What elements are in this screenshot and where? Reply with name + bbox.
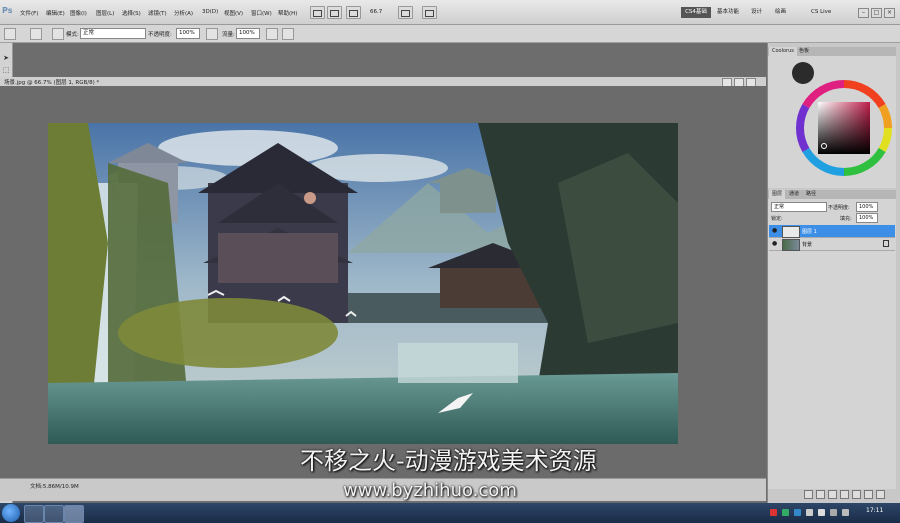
layer-name[interactable]: 背景 bbox=[802, 241, 812, 248]
lock-label: 锁定: bbox=[771, 216, 783, 222]
tab-swatches[interactable]: 色板 bbox=[796, 47, 812, 56]
menu-filter[interactable]: 滤镜(T) bbox=[148, 9, 167, 17]
workspace-painting-button[interactable]: 绘画 bbox=[772, 7, 789, 18]
menu-layer[interactable]: 图层(L) bbox=[96, 9, 114, 17]
tab-paths[interactable]: 路径 bbox=[803, 190, 819, 199]
brush-preset-icon[interactable] bbox=[30, 28, 42, 40]
workspace-design-button[interactable]: 设计 bbox=[748, 7, 765, 18]
workspace-cs4-button[interactable]: CS4基础 bbox=[681, 7, 711, 18]
visibility-eye-icon[interactable]: ● bbox=[772, 241, 778, 247]
tab-channels[interactable]: 通道 bbox=[786, 190, 802, 199]
menu-view[interactable]: 视图(V) bbox=[224, 9, 243, 17]
color-wheel[interactable] bbox=[796, 80, 892, 176]
menu-window[interactable]: 窗口(W) bbox=[251, 9, 272, 17]
new-group-icon[interactable] bbox=[852, 490, 861, 499]
close-icon[interactable]: × bbox=[884, 8, 895, 18]
menu-3d[interactable]: 3D(D) bbox=[202, 9, 218, 15]
document-title: 场景.jpg @ 66.7% (图层 1, RGB/8) * bbox=[4, 80, 100, 86]
blend-mode-select[interactable]: 正常 bbox=[771, 202, 827, 212]
menu-file[interactable]: 文件(F) bbox=[20, 9, 38, 17]
layer-style-icon[interactable] bbox=[816, 490, 825, 499]
menu-image[interactable]: 图像(I) bbox=[70, 9, 87, 17]
pressure-size-icon[interactable] bbox=[282, 28, 294, 40]
layer-row-layer1[interactable]: ● 图层 1 bbox=[769, 225, 895, 238]
pressure-opacity-icon[interactable] bbox=[206, 28, 218, 40]
maximize-icon[interactable]: □ bbox=[871, 8, 882, 18]
layer-opacity-label: 不透明度: bbox=[828, 205, 850, 211]
tray-icon-6[interactable] bbox=[830, 509, 837, 516]
brush-panel-icon[interactable] bbox=[52, 28, 64, 40]
layer-thumbnail bbox=[782, 226, 800, 238]
volume-icon[interactable] bbox=[818, 509, 825, 516]
adjustment-layer-icon[interactable] bbox=[840, 490, 849, 499]
painting-artwork[interactable] bbox=[48, 123, 678, 444]
tray-icon-2[interactable] bbox=[782, 509, 789, 516]
cs-live-button[interactable]: CS Live bbox=[811, 9, 831, 15]
layer-name[interactable]: 图层 1 bbox=[802, 228, 817, 235]
network-icon[interactable] bbox=[806, 509, 813, 516]
tray-icon-7[interactable] bbox=[842, 509, 849, 516]
taskbar-photoshop[interactable] bbox=[64, 505, 84, 523]
tray-icon-3[interactable] bbox=[794, 509, 801, 516]
start-button[interactable] bbox=[2, 504, 20, 522]
screen-mode-button[interactable] bbox=[422, 6, 437, 19]
mode-select[interactable]: 正常 bbox=[80, 28, 146, 39]
link-layers-icon[interactable] bbox=[804, 490, 813, 499]
tab-coolorus[interactable]: Coolorus bbox=[769, 47, 797, 56]
tab-layers[interactable]: 图层 bbox=[769, 190, 786, 199]
flow-label: 流量: bbox=[222, 32, 235, 38]
layer-opacity-input[interactable]: 100% bbox=[856, 202, 878, 212]
menu-select[interactable]: 选择(S) bbox=[122, 9, 141, 17]
mini-bridge-button[interactable] bbox=[327, 6, 342, 19]
watermark-title: 不移之火-动漫游戏美术资源 bbox=[300, 447, 597, 475]
opacity-label: 不透明度: bbox=[148, 32, 172, 38]
fill-input[interactable]: 100% bbox=[856, 213, 878, 223]
zoom-level[interactable]: 66.7 bbox=[370, 9, 392, 17]
layer-row-background[interactable]: ● 背景 bbox=[769, 238, 895, 251]
opacity-input[interactable]: 100% bbox=[176, 28, 200, 39]
menu-help[interactable]: 帮助(H) bbox=[278, 9, 297, 17]
layer-mask-icon[interactable] bbox=[828, 490, 837, 499]
taskbar-app[interactable] bbox=[44, 505, 64, 523]
layer-thumbnail bbox=[782, 239, 800, 251]
arrange-documents-button[interactable] bbox=[398, 6, 413, 19]
taskbar-explorer[interactable] bbox=[24, 505, 44, 523]
photoshop-logo: Ps bbox=[2, 6, 13, 15]
brush-tool-icon[interactable] bbox=[4, 28, 16, 40]
tray-icon-1[interactable] bbox=[770, 509, 777, 516]
document-size-status[interactable]: 文档:5.86M/10.9M bbox=[30, 482, 79, 490]
lock-icon bbox=[883, 240, 889, 247]
workspace-essentials-button[interactable]: 基本功能 bbox=[714, 7, 742, 18]
watermark-url: www.byzhihuo.com bbox=[343, 480, 517, 501]
visibility-eye-icon[interactable]: ● bbox=[772, 228, 778, 234]
delete-layer-icon[interactable] bbox=[876, 490, 885, 499]
fill-label: 填充: bbox=[840, 216, 852, 222]
mode-label: 模式: bbox=[66, 32, 79, 38]
view-extras-button[interactable] bbox=[346, 6, 361, 19]
minimize-icon[interactable]: – bbox=[858, 8, 869, 18]
flow-input[interactable]: 100% bbox=[236, 28, 260, 39]
artwork-illustration bbox=[48, 123, 678, 444]
airbrush-icon[interactable] bbox=[266, 28, 278, 40]
clock[interactable]: 17:11 bbox=[866, 507, 883, 514]
marquee-tool-icon[interactable]: ⬚ bbox=[2, 66, 10, 74]
new-layer-icon[interactable] bbox=[864, 490, 873, 499]
windows-taskbar bbox=[0, 503, 900, 523]
menu-edit[interactable]: 编辑(E) bbox=[46, 9, 65, 17]
menu-analysis[interactable]: 分析(A) bbox=[174, 9, 193, 17]
move-tool-icon[interactable]: ➤ bbox=[2, 54, 10, 62]
bridge-button[interactable] bbox=[310, 6, 325, 19]
